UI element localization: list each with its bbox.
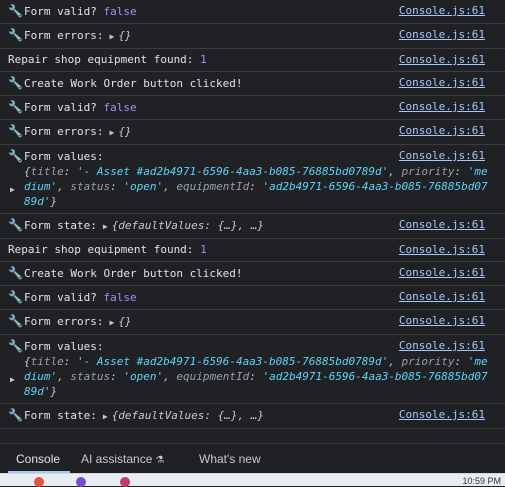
log-entry: 🔧Form values: ▶ {title: '- Asset #ad2b4971…	[0, 335, 505, 404]
key-title: title	[30, 165, 64, 178]
flask-icon: ⚗	[155, 455, 165, 466]
log-label: Form state:	[24, 219, 97, 232]
source-link[interactable]: Console.js:61	[399, 100, 485, 114]
log-label: Form values:	[24, 340, 104, 353]
wrench-icon: 🔧	[8, 100, 23, 114]
wrench-icon: 🔧	[8, 149, 23, 163]
tab-whats-new[interactable]: What's new	[199, 452, 261, 466]
app-icon[interactable]	[34, 477, 44, 487]
wrench-icon: 🔧	[8, 124, 23, 138]
object-preview[interactable]: {defaultValues: {…}, …}	[112, 409, 264, 422]
key-priority: priority	[401, 165, 455, 178]
expand-triangle-icon[interactable]: ▶	[10, 372, 15, 387]
wrench-icon: 🔧	[8, 408, 23, 422]
log-label: Form valid?	[24, 5, 97, 18]
taskbar: 10:59 PM	[0, 473, 505, 487]
tab-ai-assistance-label: AI assistance	[81, 452, 153, 466]
object-preview[interactable]: {}	[118, 29, 131, 42]
source-link[interactable]: Console.js:61	[399, 408, 485, 422]
app-icon[interactable]	[120, 477, 130, 487]
log-label: Repair shop equipment found:	[8, 243, 194, 256]
source-link[interactable]: Console.js:61	[399, 124, 485, 138]
log-label: Form errors:	[24, 315, 104, 328]
value-title: '- Asset #ad2b4971-6596-4aa3-b085-76885b…	[77, 355, 389, 368]
source-link[interactable]: Console.js:61	[399, 266, 485, 280]
expand-triangle-icon[interactable]: ▶	[103, 220, 108, 234]
source-link[interactable]: Console.js:61	[399, 243, 485, 257]
object-preview[interactable]: {}	[118, 315, 131, 328]
wrench-icon: 🔧	[8, 290, 23, 304]
log-label: Form errors:	[24, 125, 104, 138]
key-status: status	[70, 180, 111, 193]
log-label: Form valid?	[24, 101, 97, 114]
expand-triangle-icon[interactable]: ▶	[103, 410, 108, 424]
log-value: 1	[200, 53, 207, 66]
form-values-object[interactable]: ▶ {title: '- Asset #ad2b4971-6596-4aa3-b0…	[8, 164, 494, 209]
key-title: title	[30, 355, 64, 368]
expand-triangle-icon[interactable]: ▶	[109, 126, 114, 140]
object-preview[interactable]: {defaultValues: {…}, …}	[112, 219, 264, 232]
source-link[interactable]: Console.js:61	[399, 314, 485, 328]
expand-triangle-icon[interactable]: ▶	[10, 182, 15, 197]
drawer-tabbar: Console AI assistance ⚗ What's new	[0, 443, 505, 474]
source-link[interactable]: Console.js:61	[399, 76, 485, 90]
key-equipment-id: equipmentId	[176, 180, 250, 193]
log-value: false	[103, 291, 137, 304]
wrench-icon: 🔧	[8, 218, 23, 232]
log-label: Form values:	[24, 150, 104, 163]
log-label: Form state:	[24, 409, 97, 422]
value-title: '- Asset #ad2b4971-6596-4aa3-b085-76885b…	[77, 165, 389, 178]
log-label: Form errors:	[24, 29, 104, 42]
form-values-object[interactable]: ▶ {title: '- Asset #ad2b4971-6596-4aa3-b0…	[8, 354, 494, 399]
source-link[interactable]: Console.js:61	[399, 290, 485, 304]
log-entry: 🔧Form errors: ▶ {} Console.js:61	[0, 310, 505, 335]
log-value: 1	[200, 243, 207, 256]
log-label: Repair shop equipment found:	[8, 53, 194, 66]
wrench-icon: 🔧	[8, 266, 23, 280]
log-entry: 🔧Form errors: ▶ {} Console.js:61	[0, 24, 505, 49]
source-link[interactable]: Console.js:61	[399, 53, 485, 67]
log-label: Form valid?	[24, 291, 97, 304]
log-entry: 🔧Form state: ▶ {defaultValues: {…}, …} Cons…	[0, 214, 505, 239]
source-link[interactable]: Console.js:61	[399, 339, 485, 353]
expand-triangle-icon[interactable]: ▶	[109, 316, 114, 330]
log-value: false	[103, 101, 137, 114]
log-label: Create Work Order button clicked!	[24, 267, 243, 280]
wrench-icon: 🔧	[8, 339, 23, 353]
key-priority: priority	[401, 355, 455, 368]
source-link[interactable]: Console.js:61	[399, 4, 485, 18]
wrench-icon: 🔧	[8, 4, 23, 18]
wrench-icon: 🔧	[8, 28, 23, 42]
log-entry: 🔧Form state: ▶ {defaultValues: {…}, …} Cons…	[0, 404, 505, 429]
log-entry: 🔧Form valid? false Console.js:61	[0, 0, 505, 24]
wrench-icon: 🔧	[8, 76, 23, 90]
log-entry: 🔧Create Work Order button clicked! Consol…	[0, 262, 505, 286]
log-entry: 🔧Form values: ▶ {title: '- Asset #ad2b4971…	[0, 145, 505, 214]
wrench-icon: 🔧	[8, 314, 23, 328]
log-entry: Repair shop equipment found: 1 Console.js…	[0, 49, 505, 72]
tab-console[interactable]: Console	[16, 452, 60, 466]
log-entry: Repair shop equipment found: 1 Console.js…	[0, 239, 505, 262]
app-icon[interactable]	[76, 477, 86, 487]
value-status: 'open'	[123, 180, 164, 193]
source-link[interactable]: Console.js:61	[399, 28, 485, 42]
source-link[interactable]: Console.js:61	[399, 149, 485, 163]
log-entry: 🔧Create Work Order button clicked! Consol…	[0, 72, 505, 96]
source-link[interactable]: Console.js:61	[399, 218, 485, 232]
key-equipment-id: equipmentId	[176, 370, 250, 383]
expand-triangle-icon[interactable]: ▶	[109, 30, 114, 44]
object-preview[interactable]: {}	[118, 125, 131, 138]
log-label: Create Work Order button clicked!	[24, 77, 243, 90]
key-status: status	[70, 370, 111, 383]
log-value: false	[103, 5, 137, 18]
log-entry: 🔧Form valid? false Console.js:61	[0, 286, 505, 310]
console-log: 🔧Form valid? false Console.js:61 🔧Form err…	[0, 0, 505, 429]
log-entry: 🔧Form errors: ▶ {} Console.js:61	[0, 120, 505, 145]
value-status: 'open'	[123, 370, 164, 383]
tab-ai-assistance[interactable]: AI assistance ⚗	[81, 452, 164, 466]
log-entry: 🔧Form valid? false Console.js:61	[0, 96, 505, 120]
